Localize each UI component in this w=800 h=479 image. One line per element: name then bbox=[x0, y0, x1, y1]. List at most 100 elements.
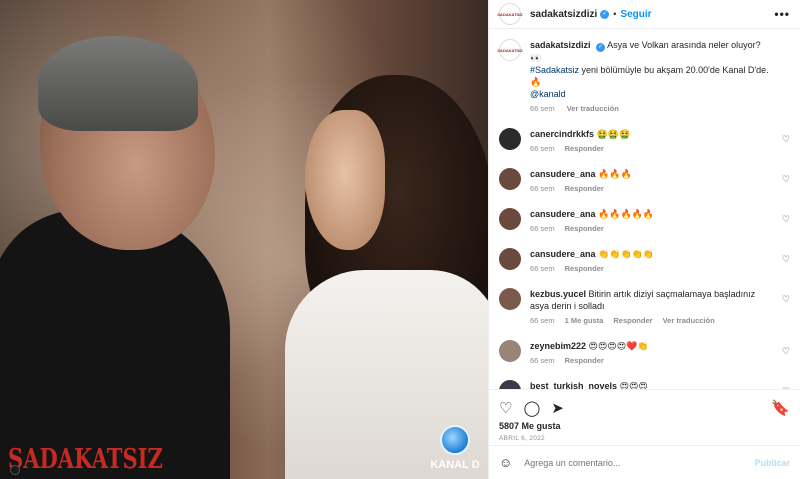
translate-link[interactable]: Ver traducción bbox=[567, 104, 619, 113]
commenter-username[interactable]: best_turkish_novels bbox=[530, 381, 617, 389]
commenter-username[interactable]: canercindrkkfs bbox=[530, 129, 594, 139]
mention-link[interactable]: @kanald bbox=[530, 89, 566, 99]
comment-composer: ☺ Publicar bbox=[489, 445, 800, 479]
post-date[interactable]: ABRIL 6, 2022 bbox=[499, 435, 790, 442]
comment-text: 😍😍😍 bbox=[619, 381, 648, 389]
commenter-username[interactable]: cansudere_ana bbox=[530, 169, 596, 179]
commenter-username[interactable]: kezbus.yucel bbox=[530, 289, 586, 299]
comment-like-icon[interactable]: ♡ bbox=[782, 214, 790, 225]
follow-button[interactable]: Seguir bbox=[620, 9, 651, 20]
comment-body: zeynebim222 😍😍😍😍❤️👏 66 sem Responder bbox=[530, 340, 790, 367]
post-button[interactable]: Publicar bbox=[754, 458, 790, 468]
caption: SADAKATSIZ sadakatsizdizi ✓ Asya ve Volk… bbox=[497, 39, 790, 115]
more-options-icon[interactable]: ••• bbox=[774, 7, 790, 21]
comment-body: kezbus.yucel Bitirin artık diziyi saçmal… bbox=[530, 288, 790, 327]
separator-dot: • bbox=[613, 9, 617, 19]
verified-icon: ✓ bbox=[596, 43, 606, 52]
comment-like-icon[interactable]: ♡ bbox=[782, 386, 790, 389]
channel-disc-icon bbox=[440, 425, 470, 455]
comment-row: cansudere_ana 🔥🔥🔥🔥🔥 66 sem Responder ♡ bbox=[499, 208, 790, 235]
comment-input[interactable] bbox=[524, 457, 755, 468]
commenter-avatar[interactable] bbox=[499, 128, 521, 150]
save-icon[interactable]: 🔖 bbox=[771, 399, 790, 417]
caption-meta: 66 sem Ver traducción bbox=[530, 103, 772, 115]
commenter-username[interactable]: cansudere_ana bbox=[530, 209, 596, 219]
comment-text: 🤮🤮🤮 bbox=[596, 129, 631, 139]
commenter-username[interactable]: cansudere_ana bbox=[530, 249, 596, 259]
user-tag-icon[interactable] bbox=[10, 465, 20, 475]
share-icon[interactable]: ➤ bbox=[551, 399, 564, 417]
translate-link[interactable]: Ver traducción bbox=[663, 316, 715, 325]
comment-body: cansudere_ana 🔥🔥🔥 66 sem Responder bbox=[530, 168, 790, 195]
comment-meta: 66 sem Responder bbox=[530, 223, 772, 235]
comment-text-line: cansudere_ana 👏👏👏👏👏 bbox=[530, 248, 772, 260]
reply-button[interactable]: Responder bbox=[565, 184, 604, 193]
man-figure bbox=[0, 210, 230, 479]
commenter-avatar[interactable] bbox=[499, 340, 521, 362]
comment-time: 66 sem bbox=[530, 356, 555, 365]
comment-text: 🔥🔥🔥🔥🔥 bbox=[598, 209, 655, 219]
verified-icon: ✓ bbox=[600, 9, 610, 19]
hashtag-link[interactable]: #Sadakatsiz bbox=[530, 65, 579, 75]
comment-time: 66 sem bbox=[530, 144, 555, 153]
commenter-avatar[interactable] bbox=[499, 208, 521, 230]
comment-meta: 66 sem Responder bbox=[530, 263, 772, 275]
commenter-username[interactable]: zeynebim222 bbox=[530, 341, 586, 351]
commenter-avatar[interactable] bbox=[499, 380, 521, 389]
comment-like-icon[interactable]: ♡ bbox=[782, 294, 790, 305]
post-modal: SADAKATSIZ KANAL D SADAKATSIZ sadakatsiz… bbox=[0, 0, 800, 479]
comment-text: 😍😍😍😍❤️👏 bbox=[588, 341, 649, 351]
post-image[interactable]: SADAKATSIZ KANAL D bbox=[0, 0, 488, 479]
account-username[interactable]: sadakatsizdizi bbox=[530, 9, 597, 20]
reply-button[interactable]: Responder bbox=[565, 356, 604, 365]
comment-time: 66 sem bbox=[530, 264, 555, 273]
comment-like-icon[interactable]: ♡ bbox=[782, 346, 790, 357]
caption-username[interactable]: sadakatsizdizi bbox=[530, 40, 591, 50]
comment-body: cansudere_ana 👏👏👏👏👏 66 sem Responder bbox=[530, 248, 790, 275]
commenter-avatar[interactable] bbox=[499, 168, 521, 190]
reply-button[interactable]: Responder bbox=[565, 144, 604, 153]
comment-row: cansudere_ana 👏👏👏👏👏 66 sem Responder ♡ bbox=[499, 248, 790, 275]
comment-meta: 66 sem Responder bbox=[530, 143, 772, 155]
commenter-avatar[interactable] bbox=[499, 248, 521, 270]
comment-time: 66 sem bbox=[530, 224, 555, 233]
reply-button[interactable]: Responder bbox=[565, 264, 604, 273]
channel-name: KANAL D bbox=[430, 459, 480, 471]
comment-meta: 66 sem Responder bbox=[530, 355, 772, 367]
man-hair bbox=[38, 36, 198, 131]
comment-text-line: zeynebim222 😍😍😍😍❤️👏 bbox=[530, 340, 772, 352]
comment-rows: canercindrkkfs 🤮🤮🤮 66 sem Responder ♡ cansud… bbox=[499, 128, 790, 389]
reply-button[interactable]: Responder bbox=[565, 224, 604, 233]
action-icons: ♡ ◯ ➤ 🔖 bbox=[499, 398, 790, 418]
comment-like-icon[interactable]: ♡ bbox=[782, 254, 790, 265]
comment-text-line: cansudere_ana 🔥🔥🔥 bbox=[530, 168, 772, 180]
comments-list[interactable]: SADAKATSIZ sadakatsizdizi ✓ Asya ve Volk… bbox=[489, 29, 800, 389]
caption-time: 66 sem bbox=[530, 104, 555, 113]
caption-avatar[interactable]: SADAKATSIZ bbox=[497, 39, 523, 61]
post-side-panel: SADAKATSIZ sadakatsizdizi ✓ • Seguir •••… bbox=[488, 0, 800, 479]
comment-icon[interactable]: ◯ bbox=[523, 399, 540, 417]
comment-text-line: canercindrkkfs 🤮🤮🤮 bbox=[530, 128, 772, 140]
avatar-text: SADAKATSIZ bbox=[497, 47, 523, 53]
commenter-avatar[interactable] bbox=[499, 288, 521, 310]
comment-text-line: kezbus.yucel Bitirin artık diziyi saçmal… bbox=[530, 288, 772, 312]
show-logo: SADAKATSIZ bbox=[8, 444, 163, 475]
post-header: SADAKATSIZ sadakatsizdizi ✓ • Seguir ••• bbox=[489, 0, 800, 29]
comment-meta: 66 sem Responder bbox=[530, 183, 772, 195]
comment-likes[interactable]: 1 Me gusta bbox=[565, 316, 604, 325]
comment-body: cansudere_ana 🔥🔥🔥🔥🔥 66 sem Responder bbox=[530, 208, 790, 235]
comment-like-icon[interactable]: ♡ bbox=[782, 174, 790, 185]
likes-count[interactable]: 5807 Me gusta bbox=[499, 421, 790, 431]
comment-text: 🔥🔥🔥 bbox=[598, 169, 632, 179]
comment-row: kezbus.yucel Bitirin artık diziyi saçmal… bbox=[499, 288, 790, 327]
comment-text-line: best_turkish_novels 😍😍😍 bbox=[530, 380, 772, 389]
account-avatar[interactable]: SADAKATSIZ bbox=[497, 3, 523, 25]
woman-face bbox=[305, 110, 385, 250]
comment-like-icon[interactable]: ♡ bbox=[782, 134, 790, 145]
reply-button[interactable]: Responder bbox=[613, 316, 652, 325]
comment-row: best_turkish_novels 😍😍😍66 semResponder♡ bbox=[499, 380, 790, 389]
emoji-icon[interactable]: ☺ bbox=[499, 455, 512, 470]
caption-text: sadakatsizdizi ✓ Asya ve Volkan arasında… bbox=[530, 39, 772, 100]
comment-text: 👏👏👏👏👏 bbox=[598, 249, 655, 259]
like-icon[interactable]: ♡ bbox=[499, 399, 512, 417]
